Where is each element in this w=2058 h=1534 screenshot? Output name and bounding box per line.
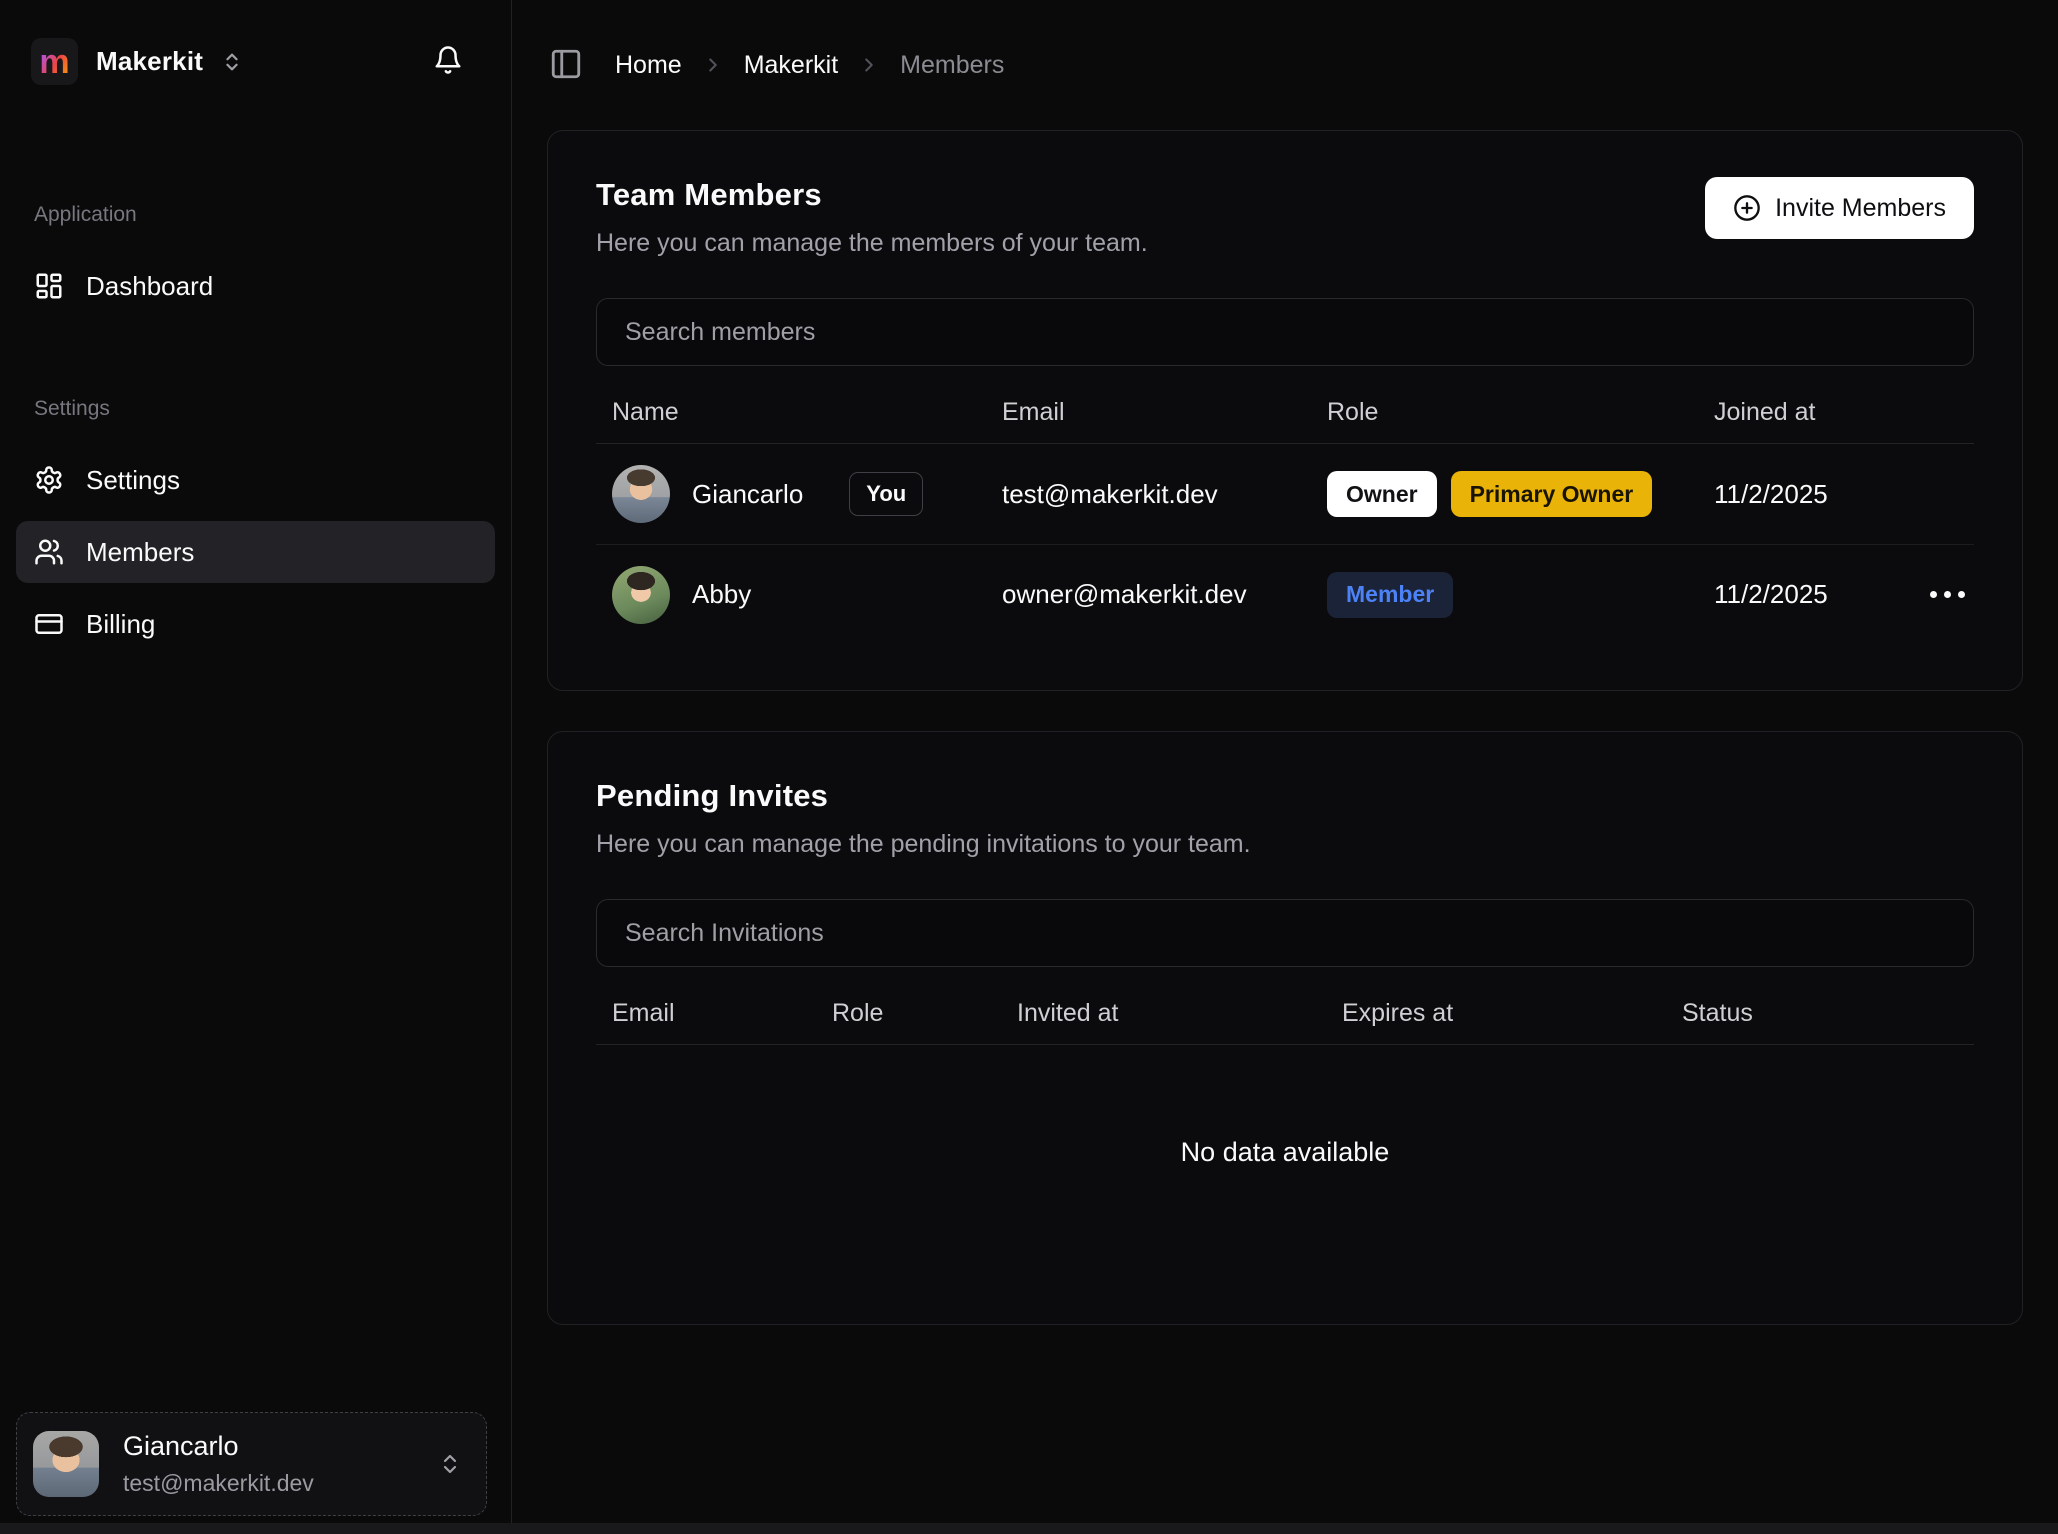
- users-icon: [34, 537, 64, 567]
- panel-left-icon: [549, 47, 583, 81]
- pending-invites-header: Pending Invites Here you can manage the …: [596, 778, 1974, 859]
- column-header-role: Role: [1311, 398, 1698, 427]
- role-badge-owner: Owner: [1327, 471, 1437, 517]
- column-header-email: Email: [986, 398, 1311, 427]
- sidebar-header: m Makerkit: [0, 0, 511, 85]
- search-invitations-input[interactable]: [596, 899, 1974, 967]
- pending-invites-heading: Pending Invites Here you can manage the …: [596, 778, 1251, 859]
- makerkit-logo: m: [31, 38, 78, 85]
- page-description: Here you can manage the members of your …: [596, 229, 1148, 258]
- chevron-right-icon: [858, 54, 880, 76]
- member-name-cell: Abby: [596, 566, 986, 624]
- chevrons-up-down-icon: [438, 1452, 462, 1476]
- notifications-button[interactable]: [429, 41, 467, 82]
- column-header-joined-at: Joined at: [1698, 398, 1904, 427]
- credit-card-icon: [34, 609, 64, 639]
- sidebar-nav: Application Dashboard Settings Settings: [0, 203, 511, 655]
- member-joined-at: 11/2/2025: [1698, 479, 1904, 510]
- sidebar-item-dashboard[interactable]: Dashboard: [16, 255, 495, 317]
- column-header-expires-at: Expires at: [1326, 999, 1666, 1028]
- avatar: [612, 566, 670, 624]
- gear-icon: [34, 465, 64, 495]
- ellipsis-icon: [1930, 591, 1965, 598]
- avatar: [612, 465, 670, 523]
- column-header-name: Name: [596, 398, 986, 427]
- sidebar-item-label: Settings: [86, 465, 180, 496]
- sidebar-toggle-button[interactable]: [547, 45, 585, 86]
- team-members-heading: Team Members Here you can manage the mem…: [596, 177, 1148, 258]
- role-badge-member: Member: [1327, 572, 1453, 618]
- sidebar-item-label: Members: [86, 537, 194, 568]
- account-info: Giancarlo test@makerkit.dev: [123, 1431, 414, 1497]
- topbar: Home Makerkit Members: [512, 0, 2058, 96]
- member-name-cell: Giancarlo You: [596, 465, 986, 523]
- nav-spacer: [16, 327, 495, 397]
- circle-plus-icon: [1733, 194, 1761, 222]
- account-selector[interactable]: Giancarlo test@makerkit.dev: [16, 1412, 487, 1516]
- sidebar: m Makerkit Application Dashboard: [0, 0, 512, 1534]
- workspace-name: Makerkit: [96, 46, 203, 77]
- breadcrumb-makerkit[interactable]: Makerkit: [744, 51, 838, 80]
- member-email: test@makerkit.dev: [986, 479, 1311, 510]
- column-header-email: Email: [596, 999, 816, 1028]
- workspace-selector[interactable]: m Makerkit: [31, 38, 243, 85]
- member-email: owner@makerkit.dev: [986, 579, 1311, 610]
- invite-members-button[interactable]: Invite Members: [1705, 177, 1974, 239]
- main-content: Home Makerkit Members Team Members Here …: [512, 0, 2058, 1534]
- member-roles-cell: Member: [1311, 572, 1698, 618]
- member-name: Giancarlo: [692, 479, 803, 510]
- section-title: Pending Invites: [596, 778, 1251, 814]
- breadcrumb-home[interactable]: Home: [615, 51, 682, 80]
- account-name: Giancarlo: [123, 1431, 414, 1462]
- row-actions-menu-button[interactable]: [1920, 581, 1975, 608]
- sidebar-item-label: Dashboard: [86, 271, 213, 302]
- you-badge: You: [849, 472, 923, 516]
- avatar: [33, 1431, 99, 1497]
- sidebar-item-members[interactable]: Members: [16, 521, 495, 583]
- chevron-right-icon: [702, 54, 724, 76]
- search-members-input[interactable]: [596, 298, 1974, 366]
- app-root: m Makerkit Application Dashboard: [0, 0, 2058, 1534]
- breadcrumb: Home Makerkit Members: [615, 51, 1004, 80]
- section-label-settings: Settings: [16, 397, 495, 421]
- bell-icon: [433, 45, 463, 75]
- account-email: test@makerkit.dev: [123, 1470, 414, 1497]
- empty-state-message: No data available: [596, 1045, 1974, 1278]
- member-name: Abby: [692, 579, 751, 610]
- role-badge-primary-owner: Primary Owner: [1451, 471, 1653, 517]
- sidebar-item-label: Billing: [86, 609, 155, 640]
- breadcrumb-members: Members: [900, 51, 1004, 80]
- section-label-application: Application: [16, 203, 495, 227]
- team-members-header: Team Members Here you can manage the mem…: [596, 177, 1974, 258]
- team-members-card: Team Members Here you can manage the mem…: [547, 130, 2023, 691]
- page-title: Team Members: [596, 177, 1148, 213]
- members-table-header: Name Email Role Joined at: [596, 382, 1974, 444]
- bottom-strip: [0, 1523, 2058, 1534]
- column-header-status: Status: [1666, 999, 1974, 1028]
- dashboard-icon: [34, 271, 64, 301]
- pending-invites-card: Pending Invites Here you can manage the …: [547, 731, 2023, 1325]
- invite-members-label: Invite Members: [1775, 194, 1946, 223]
- sidebar-item-billing[interactable]: Billing: [16, 593, 495, 655]
- invites-table-header: Email Role Invited at Expires at Status: [596, 983, 1974, 1045]
- member-actions-cell: [1904, 581, 1974, 608]
- sidebar-item-settings[interactable]: Settings: [16, 449, 495, 511]
- chevrons-up-down-icon: [221, 51, 243, 73]
- member-joined-at: 11/2/2025: [1698, 579, 1904, 610]
- column-header-role: Role: [816, 999, 1001, 1028]
- member-roles-cell: Owner Primary Owner: [1311, 471, 1698, 517]
- logo-letter: m: [39, 45, 69, 79]
- table-row: Abby owner@makerkit.dev Member 11/2/2025: [596, 544, 1974, 644]
- section-description: Here you can manage the pending invitati…: [596, 830, 1251, 859]
- column-header-invited-at: Invited at: [1001, 999, 1326, 1028]
- table-row: Giancarlo You test@makerkit.dev Owner Pr…: [596, 444, 1974, 544]
